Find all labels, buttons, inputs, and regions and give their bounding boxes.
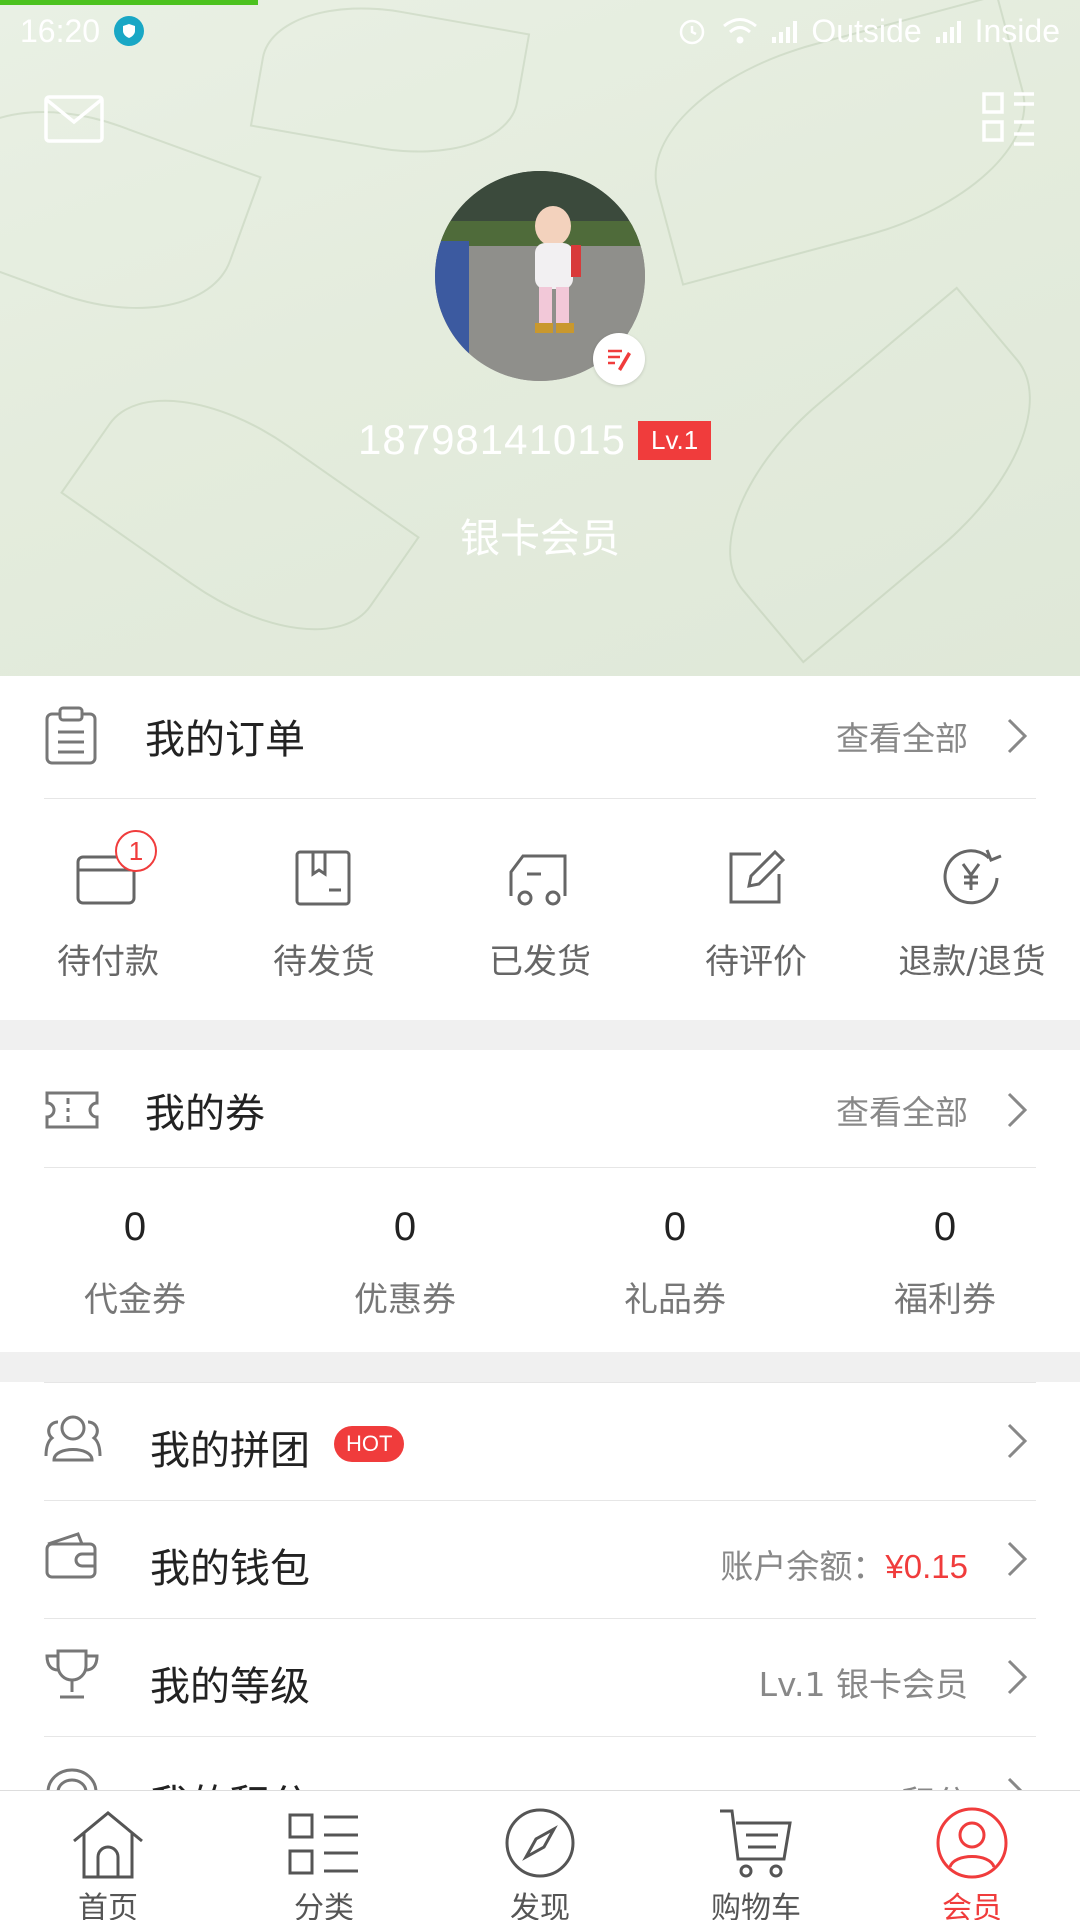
coupon-count: 0 <box>663 1205 687 1249</box>
group-buy-title: 我的拼团 <box>150 1428 310 1474</box>
order-refund[interactable]: 退款/退货 <box>864 842 1080 983</box>
refund-icon <box>943 849 1002 905</box>
tab-member[interactable]: 会员 <box>864 1791 1080 1920</box>
coupon-discount[interactable]: 0 优惠券 <box>270 1205 540 1321</box>
menu-level[interactable]: 我的等级 Lv.1 银卡会员 <box>0 1618 1080 1736</box>
truck-icon <box>509 854 567 906</box>
signal-icon <box>935 19 961 43</box>
coupon-count: 0 <box>933 1205 957 1249</box>
status-time: 16:20 <box>20 12 101 49</box>
order-pending-review[interactable]: 待评价 <box>648 842 864 983</box>
tab-discover[interactable]: 发现 <box>432 1791 648 1920</box>
alarm-icon <box>680 19 705 45</box>
points-icon <box>46 1768 98 1790</box>
chevron-right-icon <box>1007 1659 1028 1695</box>
order-label: 退款/退货 <box>898 942 1046 982</box>
orders-title: 我的订单 <box>145 717 305 763</box>
coupon-label: 代金券 <box>84 1280 186 1320</box>
menu-group-buy[interactable]: 我的拼团 HOT <box>0 1382 1080 1500</box>
chevron-right-icon <box>1007 1423 1028 1459</box>
wifi-icon <box>723 18 758 44</box>
level-title: 我的等级 <box>150 1664 310 1710</box>
bottom-tab-bar: 首页 分类 发现 购物车 会员 <box>0 1790 1080 1920</box>
carrier-2: Inside <box>974 12 1060 49</box>
chevron-right-icon <box>1007 1777 1023 1790</box>
leaf-decoration <box>681 286 1079 664</box>
order-label: 待评价 <box>705 942 807 982</box>
wallet-balance: 账户余额：¥0.15 <box>720 1540 968 1588</box>
menu-list: 我的拼团 HOT 我的钱包 账户余额：¥0.15 我的等级 Lv.1 银卡会员 … <box>0 1382 1080 1790</box>
order-pending-payment[interactable]: 1 待付款 <box>0 830 216 983</box>
hot-badge: HOT <box>334 1426 405 1462</box>
coupon-label: 优惠券 <box>354 1280 456 1320</box>
coupons-header[interactable]: 我的券 查看全部 <box>0 1050 1080 1170</box>
balance-label: 账户余额： <box>720 1547 886 1586</box>
order-pending-shipment[interactable]: 待发货 <box>216 842 432 983</box>
divider <box>44 1167 1036 1168</box>
order-shipped[interactable]: 已发货 <box>432 842 648 983</box>
tab-label: 购物车 <box>711 1891 801 1920</box>
member-level: 银卡会员 <box>460 516 620 562</box>
order-label: 待发货 <box>273 942 375 982</box>
orders-card: 我的订单 查看全部 1 待付款 待发货 已发货 待评价 退款/退货 <box>0 676 1080 1020</box>
menu-points[interactable]: 我的积分 119 积分 <box>0 1736 1080 1790</box>
order-label: 已发货 <box>489 942 591 982</box>
points-title: 我的积分 <box>150 1772 310 1790</box>
level-value: Lv.1 银卡会员 <box>758 1665 968 1704</box>
carrier-1: Outside <box>811 12 922 49</box>
status-bar: 16:20 Outside Inside <box>0 0 1080 62</box>
coupon-gift[interactable]: 0 礼品券 <box>540 1205 810 1321</box>
tab-label: 首页 <box>78 1891 138 1920</box>
signal-icon <box>772 19 798 43</box>
coupon-count: 0 <box>123 1205 147 1249</box>
coupon-label: 福利券 <box>894 1280 996 1320</box>
tab-cart[interactable]: 购物车 <box>648 1791 864 1920</box>
chevron-right-icon <box>1007 1092 1028 1128</box>
coupons-card: 我的券 查看全部 0 代金券 0 优惠券 0 礼品券 0 福利券 <box>0 1050 1080 1352</box>
tab-label: 会员 <box>942 1891 1002 1920</box>
leaf-decoration <box>0 74 262 346</box>
wallet-icon <box>45 1532 97 1579</box>
coupons-view-all[interactable]: 查看全部 <box>836 1086 968 1134</box>
clipboard-icon <box>45 706 97 765</box>
trophy-icon <box>45 1649 99 1699</box>
box-icon <box>295 850 351 906</box>
pending-payment-badge: 1 <box>115 830 157 872</box>
cart-icon <box>720 1809 792 1878</box>
qr-code-icon[interactable] <box>982 92 1036 146</box>
edit-profile-icon[interactable] <box>593 333 645 385</box>
level-badge: Lv.1 <box>638 421 712 460</box>
orders-view-all[interactable]: 查看全部 <box>836 712 968 760</box>
orders-header[interactable]: 我的订单 查看全部 <box>0 676 1080 796</box>
group-icon <box>44 1415 102 1462</box>
tab-home[interactable]: 首页 <box>0 1791 216 1920</box>
home-icon <box>73 1811 143 1879</box>
ticket-icon <box>45 1091 99 1129</box>
compass-icon <box>505 1808 575 1878</box>
coupon-welfare[interactable]: 0 福利券 <box>810 1205 1080 1321</box>
tab-category[interactable]: 分类 <box>216 1791 432 1920</box>
coupons-title: 我的券 <box>145 1091 265 1137</box>
user-phone: 18798141015 <box>358 416 626 463</box>
shield-icon <box>114 16 145 46</box>
points-unit: 积分 <box>902 1783 968 1790</box>
tab-label: 分类 <box>294 1891 354 1920</box>
balance-value: ¥0.15 <box>885 1548 968 1585</box>
coupon-cash[interactable]: 0 代金券 <box>0 1205 270 1321</box>
points-value: 119 积分 <box>839 1776 968 1790</box>
chevron-right-icon <box>1007 718 1028 754</box>
edit-icon <box>729 849 786 904</box>
chevron-right-icon <box>1007 1541 1028 1577</box>
tab-label: 发现 <box>510 1891 570 1920</box>
menu-wallet[interactable]: 我的钱包 账户余额：¥0.15 <box>0 1500 1080 1618</box>
order-label: 待付款 <box>57 942 159 982</box>
profile-header: 16:20 Outside Inside 18798141015 Lv.1 银卡… <box>0 0 1080 676</box>
wallet-title: 我的钱包 <box>150 1546 310 1592</box>
category-icon <box>288 1813 358 1875</box>
message-icon[interactable] <box>44 95 104 143</box>
user-icon <box>936 1807 1008 1879</box>
divider <box>44 798 1036 799</box>
coupon-count: 0 <box>393 1205 417 1249</box>
coupon-label: 礼品券 <box>624 1280 726 1320</box>
